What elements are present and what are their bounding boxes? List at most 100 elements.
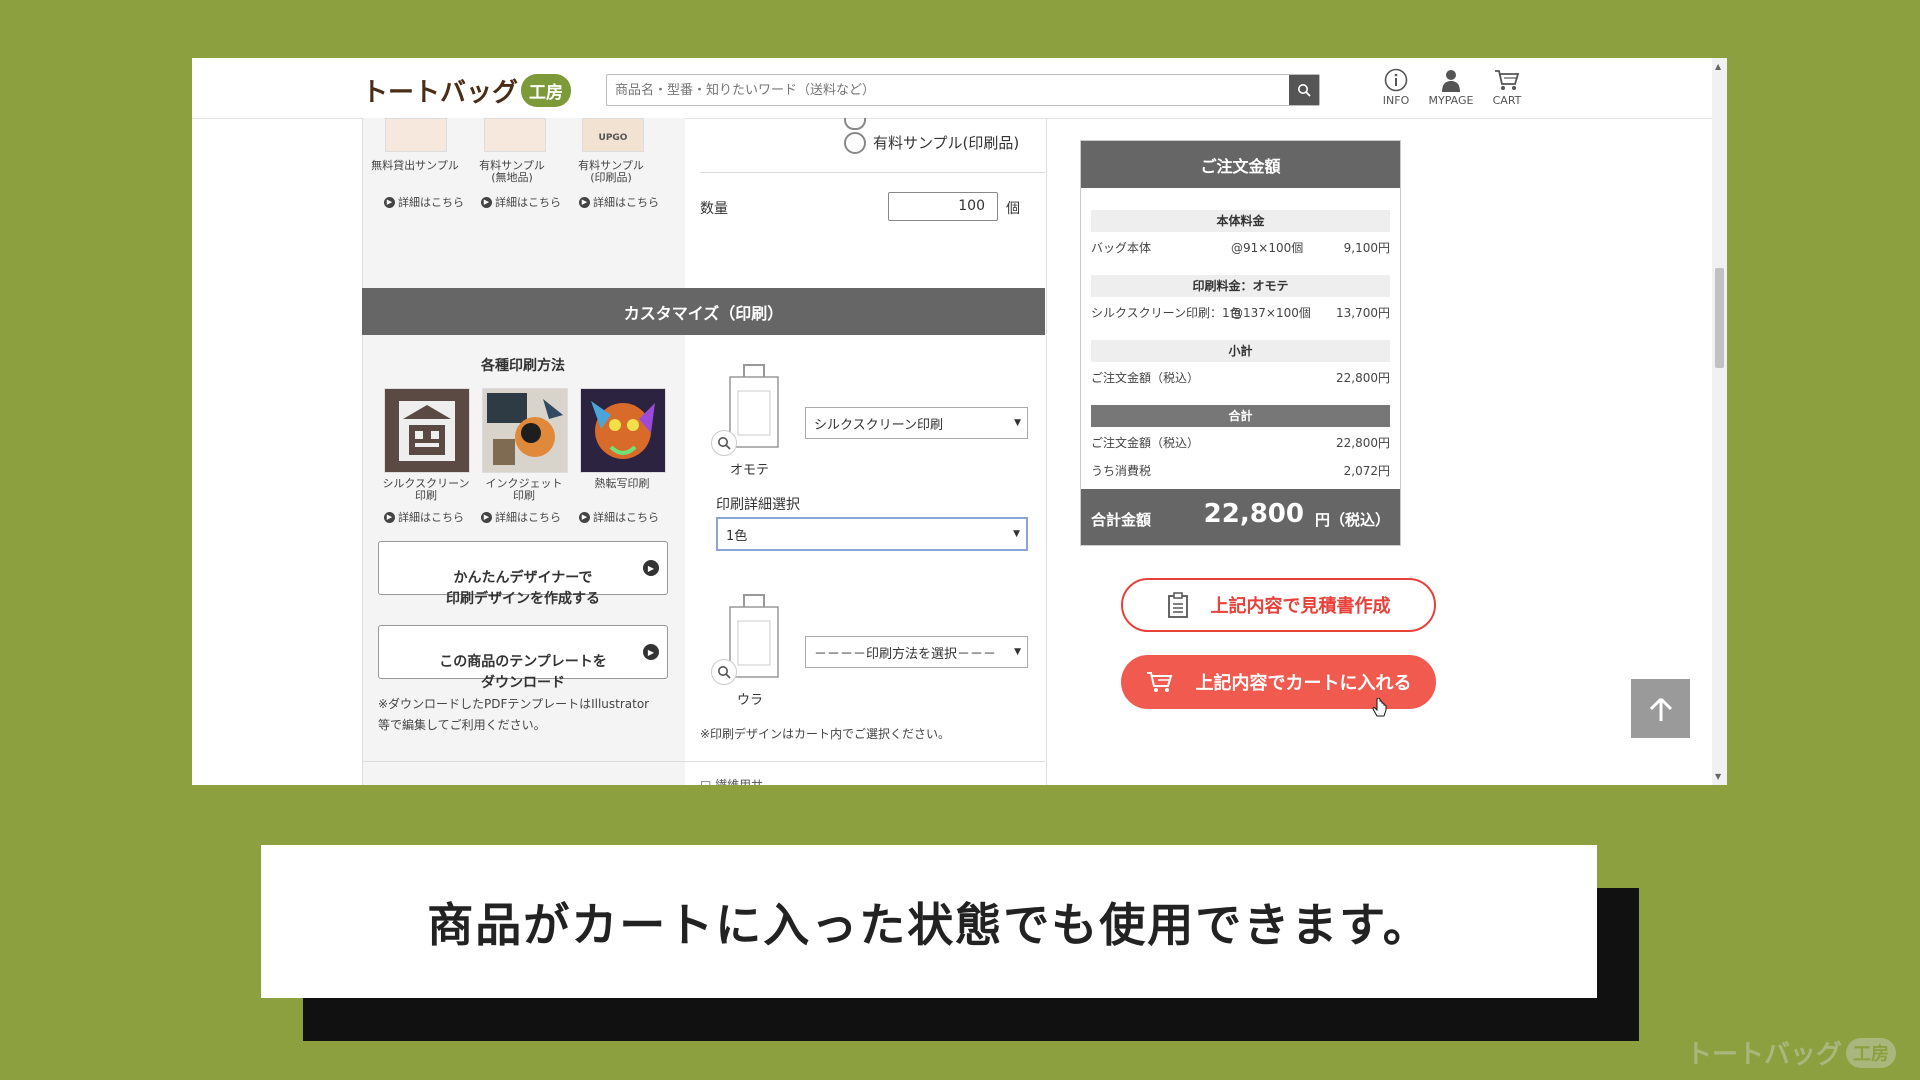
watermark-logo: トートバッグ 工房: [1686, 1034, 1896, 1071]
inkjet-image[interactable]: [482, 388, 568, 473]
order-row: ご注文金額（税込） 22,800円: [1091, 434, 1390, 450]
info-label: INFO: [1382, 94, 1410, 107]
order-row: シルクスクリーン印刷：1色 @137×100個 13,700円: [1091, 304, 1390, 320]
sample-bag-image-3[interactable]: UPGO: [582, 118, 644, 152]
cart-note: ※印刷デザインはカート内でご選択ください。: [700, 727, 951, 741]
info-link[interactable]: INFO: [1370, 68, 1422, 107]
total-suffix: 円（税込）: [1314, 511, 1390, 529]
detail-label: 詳細はこちら: [593, 196, 659, 209]
order-summary: ご注文金額 本体料金 バッグ本体 @91×100個 9,100円 印刷料金：オモ…: [1080, 140, 1401, 546]
quantity-input[interactable]: 100: [888, 192, 998, 221]
detail-label: 詳細はこちら: [593, 511, 659, 524]
magnifier-icon: [718, 666, 731, 679]
arrow-up-icon: [1649, 697, 1672, 721]
method-detail-link-3[interactable]: ▶ 詳細はこちら: [579, 509, 659, 525]
sample-detail-link-1[interactable]: ▶ 詳細はこちら: [384, 194, 464, 210]
order-row: バッグ本体 @91×100個 9,100円: [1091, 239, 1390, 255]
print-detail-select[interactable]: 1色 ▼: [716, 517, 1028, 551]
cart-link[interactable]: CART: [1481, 68, 1533, 107]
row-name: ご注文金額（税込）: [1091, 371, 1200, 385]
row-amount: 22,800円: [1336, 436, 1390, 450]
row-name: ご注文金額（税込）: [1091, 436, 1200, 450]
silkscreen-image[interactable]: [384, 388, 470, 473]
back-method-select[interactable]: －－－－印刷方法を選択－－－ ▼: [805, 636, 1028, 668]
sample-bag-image-2[interactable]: [484, 118, 546, 152]
chevron-down-icon: ▼: [1014, 418, 1021, 428]
scroll-thumb[interactable]: [1715, 268, 1724, 368]
browser-viewport: トートバッグ 工房 INFO MYPAGE CART UPGO 無料貸出サンプル…: [192, 58, 1727, 785]
total-label: 合計金額: [1091, 511, 1152, 529]
section-header-total: 合計: [1091, 405, 1390, 427]
front-method-select[interactable]: シルクスクリーン印刷 ▼: [805, 407, 1028, 439]
detail-label: 詳細はこちら: [495, 196, 561, 209]
vertical-scrollbar[interactable]: ▲ ▼: [1712, 58, 1727, 785]
zoom-back-button[interactable]: [711, 659, 737, 685]
row-amount: 13,700円: [1336, 306, 1390, 320]
row-name: シルクスクリーン印刷：1色: [1091, 306, 1242, 320]
row-unit: @91×100個: [1231, 241, 1304, 255]
estimate-button[interactable]: 上記内容で見積書作成: [1121, 578, 1436, 632]
search-bar: [606, 74, 1320, 106]
designer-button-label: かんたんデザイナーで 印刷デザインを作成する: [446, 570, 600, 607]
play-icon: ▶: [579, 196, 590, 208]
hand-cursor-icon: [1372, 698, 1387, 717]
site-logo[interactable]: トートバッグ 工房: [362, 72, 572, 108]
estimate-button-label: 上記内容で見積書作成: [1210, 596, 1391, 617]
bottom-partial-option[interactable]: □ 繊維用サ…: [700, 776, 775, 785]
sample-detail-link-2[interactable]: ▶ 詳細はこちら: [481, 194, 561, 210]
sample-label-1: 無料貸出サンプル: [371, 159, 459, 172]
chevron-down-icon: ▼: [1014, 647, 1021, 657]
front-method-value: シルクスクリーン印刷: [814, 417, 943, 433]
sample-detail-link-3[interactable]: ▶ 詳細はこちら: [579, 194, 659, 210]
row-name: バッグ本体: [1091, 241, 1152, 255]
play-icon: ▶: [579, 511, 590, 523]
watermark-text: トートバッグ: [1685, 1040, 1842, 1070]
row-unit: @137×100個: [1231, 306, 1311, 320]
cart-icon: [1146, 672, 1172, 692]
method-label-3: 熱転写印刷: [594, 477, 650, 490]
site-header: トートバッグ 工房 INFO MYPAGE CART: [192, 58, 1712, 119]
divider: [362, 761, 1045, 762]
method-detail-link-1[interactable]: ▶ 詳細はこちら: [384, 509, 464, 525]
sample-bag-image-1[interactable]: [385, 118, 447, 152]
search-button[interactable]: [1289, 75, 1319, 105]
template-download-button[interactable]: この商品のテンプレートを ダウンロード ▶: [378, 625, 668, 691]
logo-badge: 工房: [521, 73, 572, 107]
zoom-front-button[interactable]: [711, 430, 737, 456]
methods-title: 各種印刷方法: [481, 358, 565, 374]
radio-paid-print-sample[interactable]: [844, 132, 866, 154]
row-amount: 2,072円: [1343, 464, 1390, 478]
radio-label: 有料サンプル(印刷品): [873, 134, 1020, 152]
row-amount: 22,800円: [1336, 371, 1390, 385]
total-value: 22,800: [1203, 499, 1304, 529]
caption-box: 商品がカートに入った状態でも使用できます。: [261, 845, 1597, 998]
sample-label-3: 有料サンプル (印刷品): [578, 159, 644, 184]
search-input[interactable]: [607, 75, 1289, 105]
back-to-top-button[interactable]: [1631, 679, 1690, 738]
add-to-cart-button[interactable]: 上記内容でカートに入れる: [1121, 655, 1436, 709]
detail-select-label: 印刷詳細選択: [716, 497, 800, 513]
row-name: うち消費税: [1091, 464, 1152, 478]
info-icon: [1384, 68, 1408, 92]
add-to-cart-label: 上記内容でカートに入れる: [1195, 673, 1412, 694]
chevron-down-icon: ▼: [1013, 529, 1020, 539]
logo-text: トートバッグ: [362, 77, 519, 108]
section-header-subtotal: 小計: [1091, 340, 1390, 362]
scroll-down-arrow[interactable]: ▼: [1715, 772, 1721, 781]
heat-transfer-image[interactable]: [580, 388, 666, 473]
mypage-label: MYPAGE: [1428, 94, 1474, 107]
detail-label: 詳細はこちら: [398, 511, 464, 524]
sample-label-2: 有料サンプル (無地品): [479, 159, 545, 184]
scroll-up-arrow[interactable]: ▲: [1715, 62, 1721, 71]
user-icon: [1442, 70, 1460, 92]
section-header-body: 本体料金: [1091, 210, 1390, 232]
caption-text: 商品がカートに入った状態でも使用できます。: [427, 897, 1431, 952]
quantity-unit: 個: [1006, 201, 1020, 217]
method-label-1: シルクスクリーン 印刷: [382, 477, 470, 502]
section-header-print: 印刷料金：オモテ: [1091, 275, 1390, 297]
designer-button[interactable]: かんたんデザイナーで 印刷デザインを作成する ▶: [378, 541, 668, 607]
mypage-link[interactable]: MYPAGE: [1425, 68, 1477, 107]
method-detail-link-2[interactable]: ▶ 詳細はこちら: [481, 509, 561, 525]
search-icon: [1298, 84, 1311, 97]
row-amount: 9,100円: [1343, 241, 1390, 255]
